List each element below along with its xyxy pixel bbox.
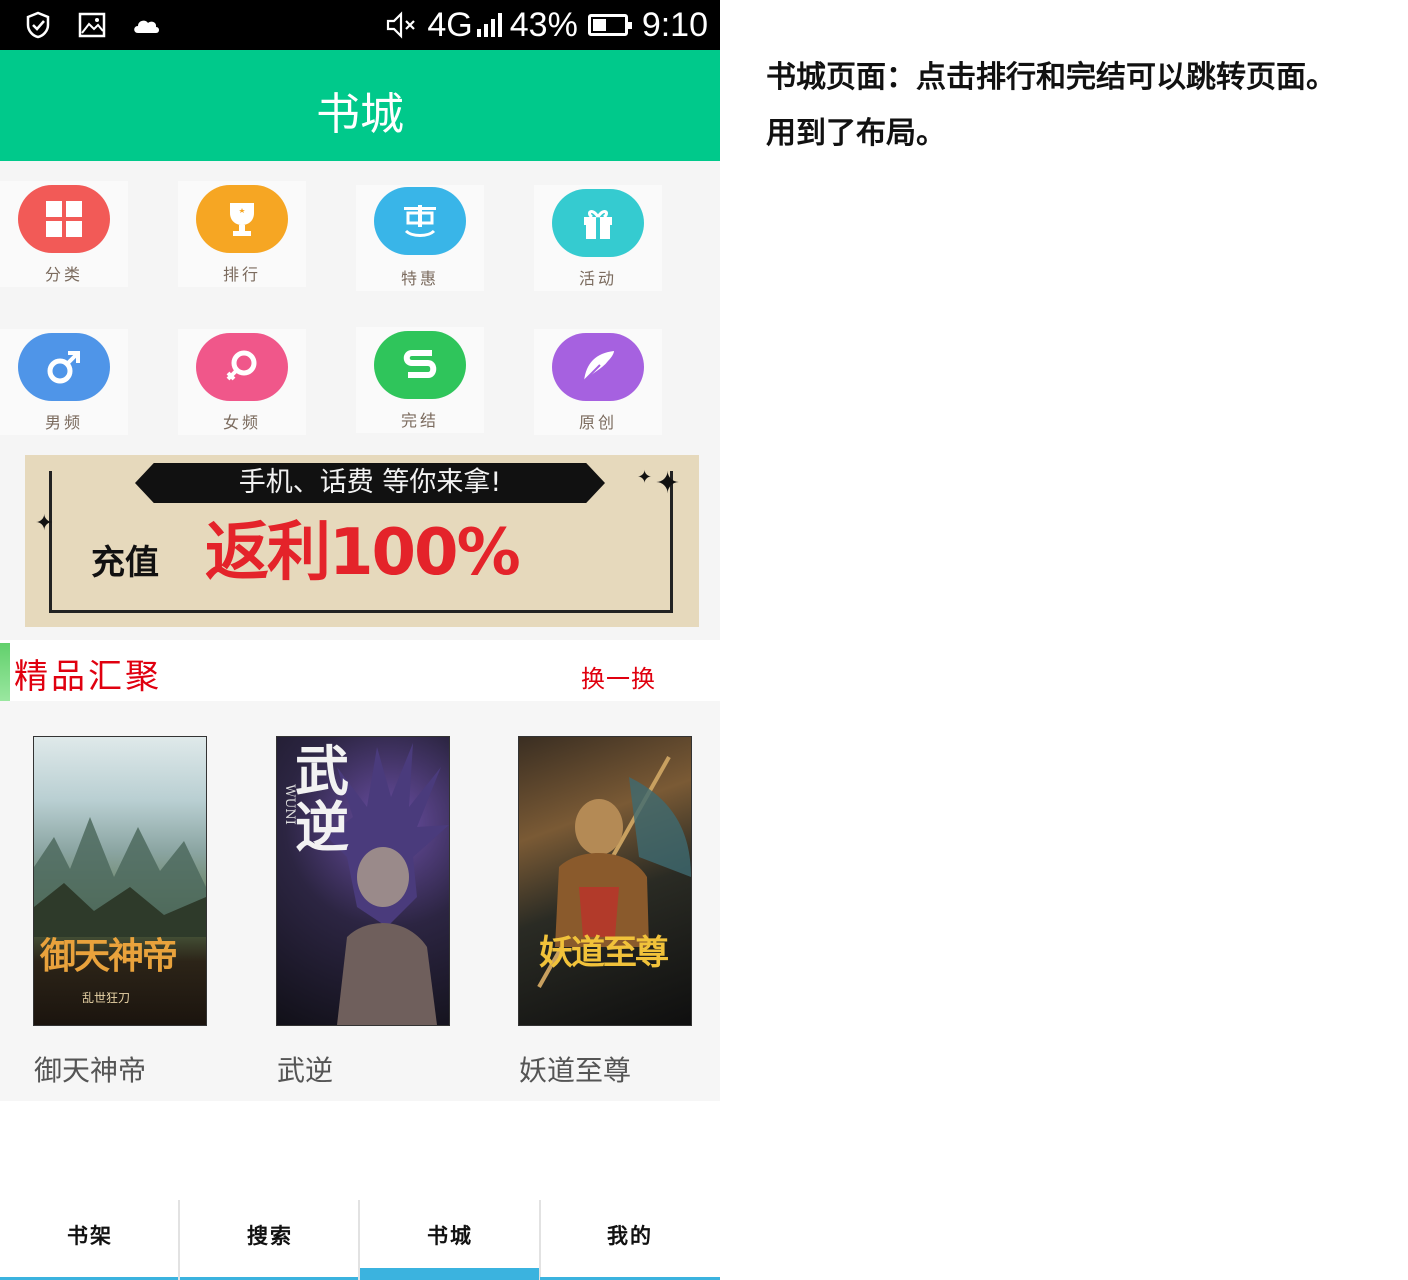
banner-big-text: 返利100%	[205, 516, 521, 590]
tab-wode[interactable]: 我的	[540, 1200, 720, 1280]
book-item[interactable]: 妖道至尊 妖道至尊	[519, 737, 691, 1087]
book-cover[interactable]: 武逆 WUNI	[277, 737, 449, 1025]
status-bar: 4G 43% 9:10	[0, 0, 720, 50]
mute-icon	[387, 11, 416, 39]
cloud-icon	[134, 20, 159, 33]
phone-screen: 4G 43% 9:10 书城 分类 排行 特惠 活动 男频 女频 完结 原创 手…	[0, 0, 720, 1280]
book-cover[interactable]: 御天神帝 乱世狂刀	[34, 737, 206, 1025]
tab-label: 我的	[607, 1223, 653, 1248]
book-item[interactable]: 御天神帝 乱世狂刀 御天神帝	[34, 737, 206, 1087]
category-fenlei[interactable]: 分类	[0, 181, 128, 287]
section-header: 精品汇聚 换一换	[0, 641, 720, 701]
cover-author: 乱世狂刀	[82, 991, 131, 1005]
cover-title: 御天神帝	[40, 935, 178, 977]
check-shield-icon	[26, 11, 50, 39]
sparkle-icon: ✦	[35, 511, 54, 536]
category-huodong[interactable]: 活动	[534, 185, 662, 291]
clock: 9:10	[641, 6, 708, 44]
sparkle-icon: ✦	[637, 467, 653, 488]
category-label: 女频	[222, 413, 261, 432]
tab-shujia[interactable]: 书架	[0, 1200, 180, 1280]
bottom-tab-bar: 书架 搜索 书城 我的	[0, 1200, 720, 1280]
book-title: 妖道至尊	[519, 1054, 632, 1087]
section-title: 精品汇聚	[14, 657, 162, 697]
tab-label: 书城	[427, 1223, 473, 1248]
female-icon	[196, 333, 288, 401]
cover-title: 武逆	[295, 739, 349, 859]
book-item[interactable]: 武逆 WUNI 武逆	[277, 737, 449, 1087]
warrior-art	[537, 756, 691, 988]
feather-icon	[552, 333, 644, 401]
title-bar: 书城	[0, 50, 720, 161]
page-title: 书城	[316, 89, 404, 140]
discount-icon	[374, 187, 466, 255]
cover-title: 妖道至尊	[539, 933, 669, 973]
category-label: 活动	[578, 269, 617, 288]
mountain-art	[34, 817, 206, 937]
trophy-icon	[196, 185, 288, 253]
banner-left-text: 充值	[91, 543, 159, 583]
book-title: 武逆	[277, 1054, 334, 1087]
category-nanpin[interactable]: 男频	[0, 329, 128, 435]
category-grid: 分类 排行 特惠 活动 男频 女频 完结 原创	[0, 161, 720, 441]
signal-icon	[476, 13, 502, 37]
book-list: 御天神帝 乱世狂刀 御天神帝 武逆 WUNI 武逆 妖道至尊 妖道至尊	[0, 701, 720, 1101]
tab-shucheng[interactable]: 书城	[360, 1200, 540, 1280]
category-label: 男频	[44, 413, 83, 432]
promo-banner-area: 手机、话费 等你来拿! 充值 返利100% ✦ ✦ ✦	[0, 440, 720, 640]
category-paihang[interactable]: 排行	[178, 181, 306, 287]
category-label: 特惠	[400, 269, 439, 288]
description-note: 书城页面：点击排行和完结可以跳转页面。用到了布局。	[766, 60, 1336, 151]
promo-banner[interactable]: 手机、话费 等你来拿! 充值 返利100% ✦ ✦ ✦	[25, 455, 699, 627]
category-label: 完结	[400, 411, 439, 430]
book-title: 御天神帝	[34, 1054, 147, 1087]
category-label: 排行	[222, 265, 261, 284]
category-label: 原创	[578, 413, 617, 432]
battery-icon	[587, 14, 632, 36]
grid-icon	[18, 185, 110, 253]
category-nvpin[interactable]: 女频	[178, 329, 306, 435]
category-label: 分类	[44, 265, 83, 284]
book-cover[interactable]: 妖道至尊	[519, 737, 691, 1025]
category-wanjie[interactable]: 完结	[356, 327, 484, 433]
male-icon	[18, 333, 110, 401]
tab-label: 书架	[67, 1223, 113, 1248]
category-tehui[interactable]: 特惠	[356, 185, 484, 291]
tab-sousuo[interactable]: 搜索	[180, 1200, 360, 1280]
battery-percent: 43%	[509, 6, 578, 44]
refresh-button[interactable]: 换一换	[581, 659, 656, 694]
category-yuanchuang[interactable]: 原创	[534, 329, 662, 435]
sparkle-icon: ✦	[655, 466, 681, 501]
gift-icon	[552, 189, 644, 257]
network-type: 4G	[427, 6, 473, 44]
image-icon	[78, 12, 106, 38]
tab-active-indicator	[360, 1268, 540, 1280]
cover-subtitle: WUNI	[281, 784, 297, 825]
banner-ribbon-text: 手机、话费 等你来拿!	[238, 467, 502, 498]
tab-label: 搜索	[247, 1223, 293, 1248]
section-accent-bar	[0, 643, 10, 701]
finished-icon	[374, 331, 466, 399]
